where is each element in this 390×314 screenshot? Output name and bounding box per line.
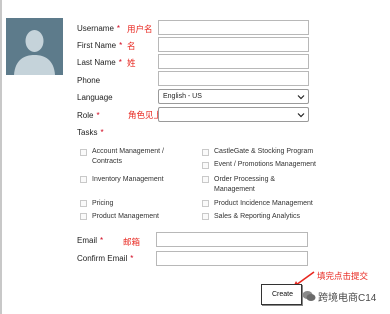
username-annotation: 用户名 <box>127 24 153 34</box>
last-name-annotation: 姓 <box>127 58 136 68</box>
language-label: Language <box>77 93 113 102</box>
role-select[interactable] <box>158 107 309 122</box>
task-label-product-management: Product Management <box>92 213 159 220</box>
create-button[interactable]: Create <box>261 284 302 305</box>
role-label: Role * <box>77 111 100 120</box>
confirm-email-input[interactable] <box>156 251 308 266</box>
task-label-account-management: Account Management / Contracts <box>92 148 164 165</box>
language-selected-value: English - US <box>163 93 202 100</box>
create-button-label: Create <box>272 291 294 298</box>
language-select[interactable]: English - US <box>158 89 309 104</box>
user-silhouette-icon <box>6 18 63 75</box>
email-input[interactable] <box>156 232 308 247</box>
task-label-castlegate: CastleGate & Stocking Program <box>214 148 314 155</box>
phone-label: Phone <box>77 76 101 85</box>
first-name-label: First Name * <box>77 41 123 50</box>
task-label-event-promotions: Event / Promotions Management <box>214 161 316 168</box>
email-annotation: 邮箱 <box>123 237 141 247</box>
last-name-input[interactable] <box>158 54 309 69</box>
username-input[interactable] <box>158 20 309 35</box>
first-name-annotation: 名 <box>127 41 136 51</box>
task-label-pricing: Pricing <box>92 200 114 207</box>
chevron-down-icon <box>297 95 305 100</box>
avatar[interactable] <box>6 18 63 75</box>
confirm-email-label: Confirm Email * <box>77 254 134 263</box>
first-name-input[interactable] <box>158 37 309 52</box>
chevron-down-icon <box>297 113 305 118</box>
username-label: Username * <box>77 24 121 33</box>
email-label: Email * <box>77 236 104 245</box>
last-name-label: Last Name * <box>77 58 122 67</box>
task-label-inventory-management: Inventory Management <box>92 176 164 183</box>
wechat-logo-icon <box>302 291 316 301</box>
watermark-text: 跨境电商C14 <box>318 293 377 304</box>
tasks-label: Tasks * <box>77 128 104 137</box>
phone-input[interactable] <box>158 71 309 86</box>
left-border <box>0 0 2 314</box>
task-label-sales-reporting: Sales & Reporting Analytics <box>214 213 300 220</box>
task-label-product-incidence: Product Incidence Management <box>214 200 313 207</box>
task-label-order-processing: Order Processing & Management <box>214 176 276 193</box>
